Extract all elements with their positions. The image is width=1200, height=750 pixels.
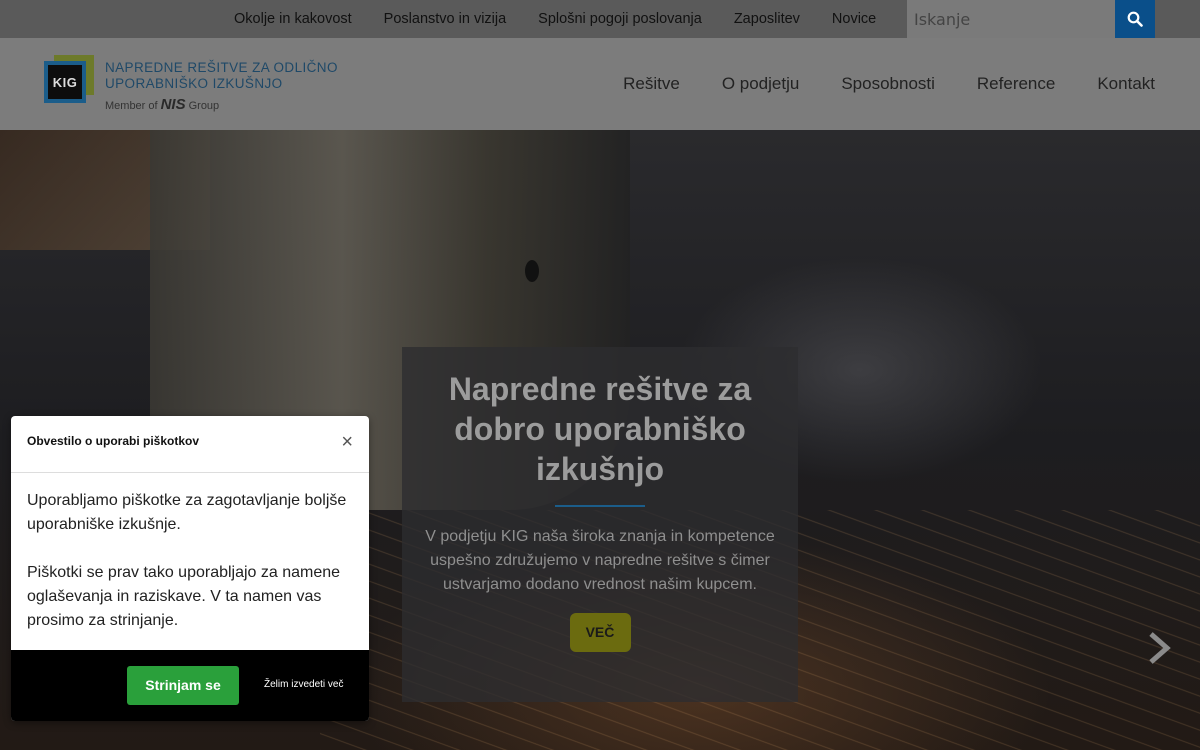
hero-more-button[interactable]: VEČ — [569, 613, 631, 652]
site-logo[interactable]: KIG NAPREDNE REŠITVE ZA ODLIČNO UPORABNI… — [44, 52, 364, 118]
accept-cookies-button[interactable]: Strinjam se — [127, 666, 239, 705]
topnav-zaposlitev[interactable]: Zaposlitev — [734, 11, 800, 27]
mainnav-resitve[interactable]: Rešitve — [623, 74, 680, 94]
hero-caption: Napredne rešitve za dobro uporabniško iz… — [402, 347, 798, 702]
cookie-paragraph-1: Uporabljamo piškotke za zagotavljanje bo… — [27, 492, 347, 533]
topnav-novice[interactable]: Novice — [832, 11, 876, 27]
search-input[interactable] — [907, 0, 1115, 38]
topnav-okolje-in-kakovost[interactable]: Okolje in kakovost — [234, 11, 352, 27]
cookie-dialog-header: Obvestilo o uporabi piškotkov × — [11, 416, 369, 473]
logo-member-of: Member of NIS Group — [105, 96, 220, 113]
top-nav: Okolje in kakovost Poslanstvo in vizija … — [218, 0, 892, 38]
hero-title: Napredne rešitve za dobro uporabniško iz… — [448, 371, 752, 487]
logo-mark: KIG — [44, 55, 94, 103]
hero-text: V podjetju KIG naša široka znanja in kom… — [425, 528, 775, 593]
mainnav-o-podjetju[interactable]: O podjetju — [722, 74, 800, 94]
cookie-dialog-body: Uporabljamo piškotke za zagotavljanje bo… — [11, 473, 369, 633]
chevron-right-icon — [1149, 632, 1171, 664]
top-bar: Okolje in kakovost Poslanstvo in vizija … — [0, 0, 1200, 38]
search-icon — [1127, 11, 1143, 27]
close-icon[interactable]: × — [341, 432, 353, 452]
main-nav: Rešitve O podjetju Sposobnosti Reference… — [581, 38, 1155, 130]
mainnav-sposobnosti[interactable]: Sposobnosti — [841, 74, 935, 94]
search-button[interactable] — [1115, 0, 1155, 38]
cookie-dialog-title: Obvestilo o uporabi piškotkov — [27, 434, 200, 448]
logo-mark-text: KIG — [48, 65, 82, 99]
cookie-consent-dialog: Obvestilo o uporabi piškotkov × Uporablj… — [11, 416, 369, 721]
cookie-dialog-footer: Strinjam se Želim izvedeti več — [11, 650, 369, 721]
learn-more-link[interactable]: Želim izvedeti več — [264, 679, 343, 690]
logo-tagline-line1: NAPREDNE REŠITVE ZA ODLIČNO — [105, 60, 338, 75]
slider-next-button[interactable] — [1145, 630, 1173, 666]
logo-tagline-line2: UPORABNIŠKO IZKUŠNJO — [105, 76, 283, 91]
mainnav-kontakt[interactable]: Kontakt — [1097, 74, 1155, 94]
cookie-paragraph-2: Piškotki se prav tako uporabljajo za nam… — [27, 564, 341, 629]
topnav-poslanstvo-in-vizija[interactable]: Poslanstvo in vizija — [384, 11, 507, 27]
hero-divider — [555, 505, 645, 507]
mainnav-reference[interactable]: Reference — [977, 74, 1055, 94]
site-header: KIG NAPREDNE REŠITVE ZA ODLIČNO UPORABNI… — [0, 38, 1200, 130]
topnav-splosni-pogoji[interactable]: Splošni pogoji poslovanja — [538, 11, 702, 27]
